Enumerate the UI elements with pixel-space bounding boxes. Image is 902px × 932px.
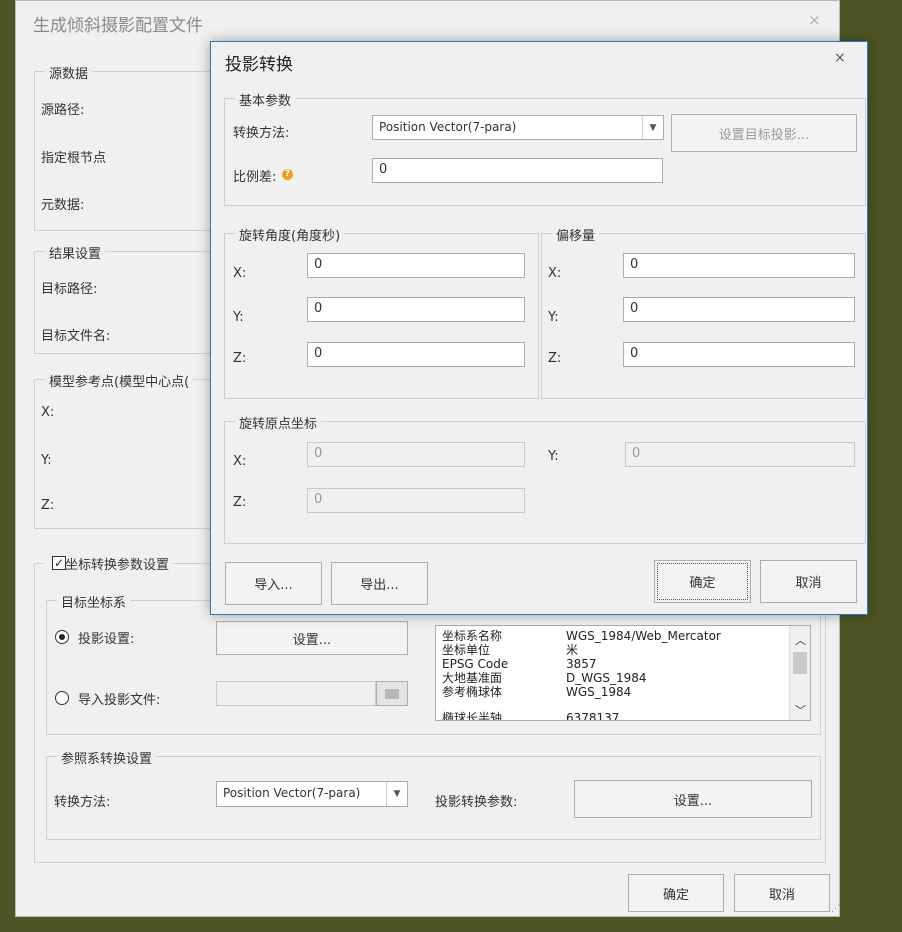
coord-system-info-box[interactable]: 坐标系名称 WGS_1984/Web_Mercator 坐标单位 米 EPSG …	[435, 625, 811, 721]
dialog-close-icon[interactable]: ×	[834, 50, 846, 66]
target-cs-legend: 目标坐标系	[57, 592, 131, 611]
origin-z-input[interactable]: 0	[307, 488, 525, 513]
offset-z-input[interactable]: 0	[623, 342, 855, 367]
projection-dialog: 投影转换 × 基本参数 转换方法: Position Vector(7-para…	[210, 41, 868, 615]
origin-z-label: Z:	[233, 495, 247, 510]
info-key: EPSG Code	[442, 657, 509, 671]
result-settings-legend: 结果设置	[45, 243, 106, 262]
info-value: 6378137	[566, 711, 620, 721]
ref-x-label: X:	[41, 405, 55, 420]
scale-diff-label: 比例差:	[233, 170, 277, 185]
coord-transform-checkbox[interactable]: ✓	[52, 556, 66, 570]
model-ref-point-group: 模型参考点(模型中心点(	[34, 371, 234, 529]
target-path-label: 目标路径:	[41, 282, 98, 297]
root-node-label: 指定根节点	[41, 151, 107, 166]
dialog-cancel-button[interactable]: 取消	[760, 560, 857, 603]
projection-params-button[interactable]: 设置...	[574, 780, 812, 818]
basic-params-legend: 基本参数	[235, 90, 296, 109]
origin-y-input[interactable]: 0	[625, 442, 855, 467]
offset-x-input[interactable]: 0	[623, 253, 855, 278]
dialog-method-label: 转换方法:	[233, 126, 290, 141]
export-button[interactable]: 导出...	[331, 562, 428, 605]
browse-folder-button[interactable]	[376, 681, 408, 706]
help-icon[interactable]: ?	[282, 169, 293, 180]
resize-grip-icon[interactable]: ⋰	[831, 904, 840, 914]
projection-settings-button[interactable]: 设置...	[216, 621, 408, 655]
origin-y-label: Y:	[548, 449, 559, 464]
set-target-projection-button[interactable]: 设置目标投影...	[671, 114, 857, 152]
info-value: D_WGS_1984	[566, 671, 647, 685]
model-ref-point-legend: 模型参考点(模型中心点(	[45, 371, 194, 390]
ref-z-label: Z:	[41, 498, 55, 513]
rotation-y-input[interactable]: 0	[307, 297, 525, 322]
scroll-up-icon[interactable]: ︿	[795, 632, 806, 648]
offset-y-input[interactable]: 0	[623, 297, 855, 322]
offset-z-label: Z:	[548, 351, 562, 366]
import-projection-radio[interactable]	[55, 691, 69, 705]
info-value: WGS_1984/Web_Mercator	[566, 629, 721, 643]
main-close-icon[interactable]: ×	[808, 11, 821, 29]
import-button[interactable]: 导入...	[225, 562, 322, 605]
projection-radio[interactable]	[55, 630, 69, 644]
main-ok-button[interactable]: 确定	[628, 874, 724, 912]
rotation-y-label: Y:	[233, 310, 244, 325]
scroll-thumb[interactable]	[793, 652, 807, 674]
origin-x-label: X:	[233, 454, 247, 469]
coord-transform-legend-text: 坐标转换参数设置	[65, 558, 170, 573]
info-scrollbar[interactable]: ︿ ﹀	[789, 626, 810, 720]
source-path-label: 源路径:	[41, 103, 85, 118]
main-window-title: 生成倾斜摄影配置文件	[33, 16, 203, 36]
info-key: 坐标单位	[442, 643, 491, 657]
chevron-down-icon[interactable]: ▼	[642, 116, 663, 139]
rotation-x-label: X:	[233, 266, 247, 281]
target-filename-label: 目标文件名:	[41, 329, 111, 344]
metadata-label: 元数据:	[41, 198, 85, 213]
info-value: 米	[566, 643, 579, 657]
rotation-z-input[interactable]: 0	[307, 342, 525, 367]
info-key: 椭球长半轴	[442, 711, 503, 721]
info-key: 大地基准面	[442, 671, 503, 685]
dialog-method-combo[interactable]: Position Vector(7-para) ▼	[372, 115, 664, 140]
source-data-legend: 源数据	[45, 63, 93, 82]
folder-icon	[385, 688, 399, 699]
info-value: WGS_1984	[566, 685, 632, 699]
main-method-label: 转换方法:	[54, 795, 111, 810]
rotation-x-input[interactable]: 0	[307, 253, 525, 278]
scroll-down-icon[interactable]: ﹀	[795, 702, 806, 718]
import-projection-path-input[interactable]	[216, 681, 376, 706]
dialog-ok-button[interactable]: 确定	[654, 560, 751, 603]
projection-radio-label[interactable]: 投影设置:	[78, 628, 134, 647]
dialog-title: 投影转换	[225, 55, 293, 75]
ref-y-label: Y:	[41, 453, 52, 468]
offset-legend: 偏移量	[552, 225, 600, 244]
info-key: 坐标系名称	[442, 629, 503, 643]
chevron-down-icon[interactable]: ▼	[386, 782, 407, 806]
rotation-z-label: Z:	[233, 351, 247, 366]
offset-x-label: X:	[548, 266, 562, 281]
info-key: 参考椭球体	[442, 685, 503, 699]
ref-transform-legend: 参照系转换设置	[57, 748, 157, 767]
main-method-value: Position Vector(7-para)	[223, 786, 361, 800]
rotation-origin-legend: 旋转原点坐标	[235, 413, 322, 432]
rotation-legend: 旋转角度(角度秒)	[235, 225, 345, 244]
info-value: 3857	[566, 657, 597, 671]
main-cancel-button[interactable]: 取消	[734, 874, 830, 912]
rotation-origin-group: 旋转原点坐标	[224, 413, 866, 544]
dialog-method-value: Position Vector(7-para)	[379, 120, 517, 134]
main-method-combo[interactable]: Position Vector(7-para) ▼	[216, 781, 408, 807]
projection-params-label: 投影转换参数:	[435, 795, 518, 810]
origin-x-input[interactable]: 0	[307, 442, 525, 467]
import-projection-label[interactable]: 导入投影文件:	[78, 689, 160, 708]
scale-diff-input[interactable]: 0	[372, 158, 663, 183]
offset-y-label: Y:	[548, 310, 559, 325]
